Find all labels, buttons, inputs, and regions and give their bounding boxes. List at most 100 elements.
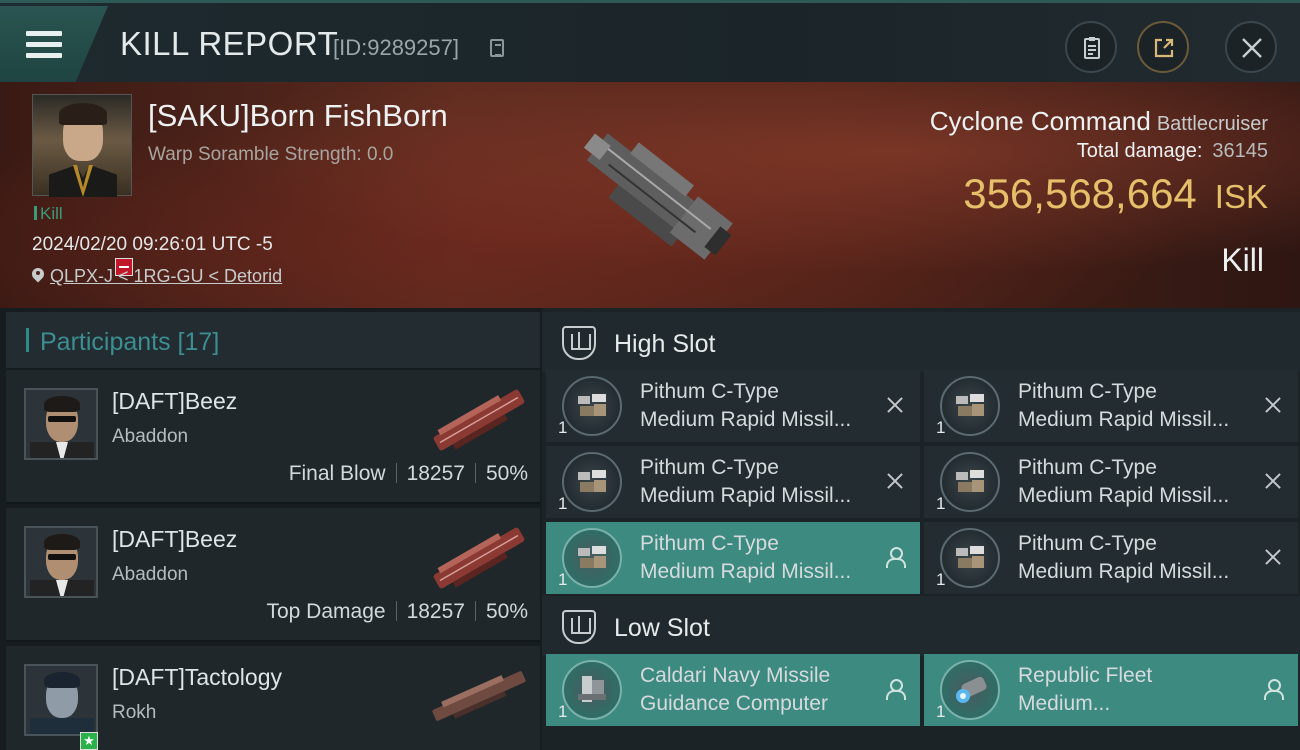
module-item[interactable]: 1 Republic Fleet Medium... — [924, 654, 1298, 726]
star-icon: ★ — [80, 732, 98, 750]
module-name-line1: Caldari Navy Missile — [640, 664, 831, 687]
x-icon — [1262, 470, 1284, 492]
person-icon — [884, 546, 906, 568]
participant-row[interactable]: ★ [DAFT]Tactology Rokh — [6, 646, 540, 750]
menu-button[interactable] — [0, 6, 108, 82]
missile-launcher-icon — [578, 546, 606, 568]
isk-amount: 356,568,664 — [963, 170, 1197, 217]
participant-row[interactable]: [DAFT]Beez Abaddon Final Blow 18257 50% — [6, 370, 540, 504]
export-icon — [1154, 38, 1174, 58]
total-damage-value: 36145 — [1212, 140, 1268, 162]
x-icon — [884, 470, 906, 492]
participant-ship-image — [432, 671, 526, 721]
participant-avatar — [24, 388, 98, 460]
participant-role: Final Blow — [288, 462, 386, 485]
slot-shield-icon — [562, 326, 596, 360]
module-quantity: 1 — [936, 570, 946, 589]
fitting-panel: High Slot 1 Pithum C-Type Medium Rapid M… — [542, 308, 1300, 750]
module-item[interactable]: 1 Pithum C-Type Medium Rapid Missil... — [924, 522, 1298, 594]
participant-name: [DAFT]Beez — [112, 526, 238, 552]
module-item[interactable]: 1 Caldari Navy Missile Guidance Computer — [546, 654, 920, 726]
module-item[interactable]: 1 Pithum C-Type Medium Rapid Missil... — [546, 446, 920, 518]
clipboard-icon — [1084, 37, 1100, 59]
kill-tag: Kill — [34, 204, 63, 224]
module-name-line1: Pithum C-Type — [1018, 456, 1157, 479]
ship-name: Cyclone Command — [929, 106, 1151, 136]
ship-class: Battlecruiser — [1156, 113, 1268, 135]
participant-ship: Abaddon — [112, 426, 189, 447]
participant-stats: Top Damage 18257 50% — [266, 600, 528, 624]
missile-launcher-icon — [956, 394, 984, 416]
low-slot-header: Low Slot — [542, 596, 1300, 656]
module-item[interactable]: 1 Pithum C-Type Medium Rapid Missil... — [546, 370, 920, 442]
module-name-line2: Medium Rapid Missil... — [1018, 484, 1230, 507]
module-name-line2: Medium Rapid Missil... — [640, 560, 852, 583]
module-name-line1: Pithum C-Type — [640, 456, 779, 479]
module-name-line1: Pithum C-Type — [1018, 532, 1157, 555]
victim-avatar[interactable] — [32, 94, 132, 197]
victim-header: [SAKU]Born FishBorn Warp Soramble Streng… — [0, 82, 1300, 308]
module-name-line2: Medium... — [1018, 692, 1111, 715]
participant-stats: Final Blow 18257 50% — [289, 462, 528, 486]
x-icon — [884, 394, 906, 416]
missile-launcher-icon — [578, 394, 606, 416]
guidance-computer-icon — [578, 676, 606, 702]
location-pin-icon — [32, 268, 44, 284]
module-name-line1: Pithum C-Type — [1018, 380, 1157, 403]
module-item[interactable]: 1 Pithum C-Type Medium Rapid Missil... — [924, 446, 1298, 518]
isk-unit: ISK — [1214, 178, 1268, 215]
module-item[interactable]: 1 Pithum C-Type Medium Rapid Missil... — [924, 370, 1298, 442]
participant-ship: Abaddon — [112, 564, 189, 585]
module-quantity: 1 — [936, 702, 946, 721]
page-title: KILL REPORT — [120, 25, 339, 62]
participants-title: Participants [17] — [40, 328, 220, 356]
hamburger-icon — [26, 31, 62, 59]
victim-name[interactable]: [SAKU]Born FishBorn — [148, 98, 448, 134]
module-name-line1: Pithum C-Type — [640, 380, 779, 403]
module-item[interactable]: 1 Pithum C-Type Medium Rapid Missil... — [546, 522, 920, 594]
module-name-line2: Medium Rapid Missil... — [640, 408, 852, 431]
participant-row[interactable]: [DAFT]Beez Abaddon Top Damage 18257 50% — [6, 508, 540, 642]
person-icon — [884, 678, 906, 700]
export-button[interactable] — [1137, 21, 1189, 73]
total-damage-label: Total damage: — [1076, 140, 1203, 162]
x-icon — [1262, 394, 1284, 416]
slot-shield-icon — [562, 610, 596, 644]
missile-launcher-icon — [956, 546, 984, 568]
total-damage: Total damage: 36145 — [1077, 140, 1268, 163]
participant-name: [DAFT]Tactology — [112, 664, 282, 690]
module-quantity: 1 — [558, 570, 568, 589]
module-quantity: 1 — [558, 494, 568, 513]
module-name-line1: Pithum C-Type — [640, 532, 779, 555]
module-name-line1: Republic Fleet — [1018, 664, 1153, 687]
participants-panel: Participants [17] [DAFT]Beez Abaddon Fin… — [0, 308, 542, 750]
participant-damage: 18257 — [406, 462, 465, 485]
copy-icon[interactable] — [490, 39, 504, 57]
module-quantity: 1 — [558, 418, 568, 437]
x-icon — [1262, 546, 1284, 568]
close-button[interactable] — [1225, 21, 1277, 73]
participant-avatar — [24, 526, 98, 598]
high-slot-label: High Slot — [614, 330, 716, 358]
close-icon — [1242, 38, 1262, 58]
participant-percent: 50% — [485, 600, 528, 623]
location-text: QLPX-J < 1RG-GU < Detorid — [50, 266, 283, 286]
victim-ship-image — [583, 133, 733, 260]
participant-name: [DAFT]Beez — [112, 388, 238, 414]
kill-datetime: 2024/02/20 09:26:01 UTC -5 — [32, 234, 273, 255]
warp-scramble-strength: Warp Soramble Strength: 0.0 — [148, 144, 394, 165]
location-link[interactable]: QLPX-J < 1RG-GU < Detorid — [32, 266, 282, 287]
report-id: [ID:9289257] — [333, 35, 459, 60]
module-quantity: 1 — [558, 702, 568, 721]
clipboard-button[interactable] — [1065, 21, 1117, 73]
isk-value: 356,568,664 ISK — [963, 170, 1268, 218]
participant-ship-image — [433, 389, 525, 451]
missile-launcher-icon — [578, 470, 606, 492]
module-name-line2: Medium Rapid Missil... — [1018, 408, 1230, 431]
participant-ship-image — [433, 527, 525, 589]
participant-avatar — [24, 664, 98, 736]
participant-percent: 50% — [485, 462, 528, 485]
participant-ship: Rokh — [112, 702, 157, 723]
high-slot-header: High Slot — [542, 312, 1300, 372]
person-icon — [1262, 678, 1284, 700]
